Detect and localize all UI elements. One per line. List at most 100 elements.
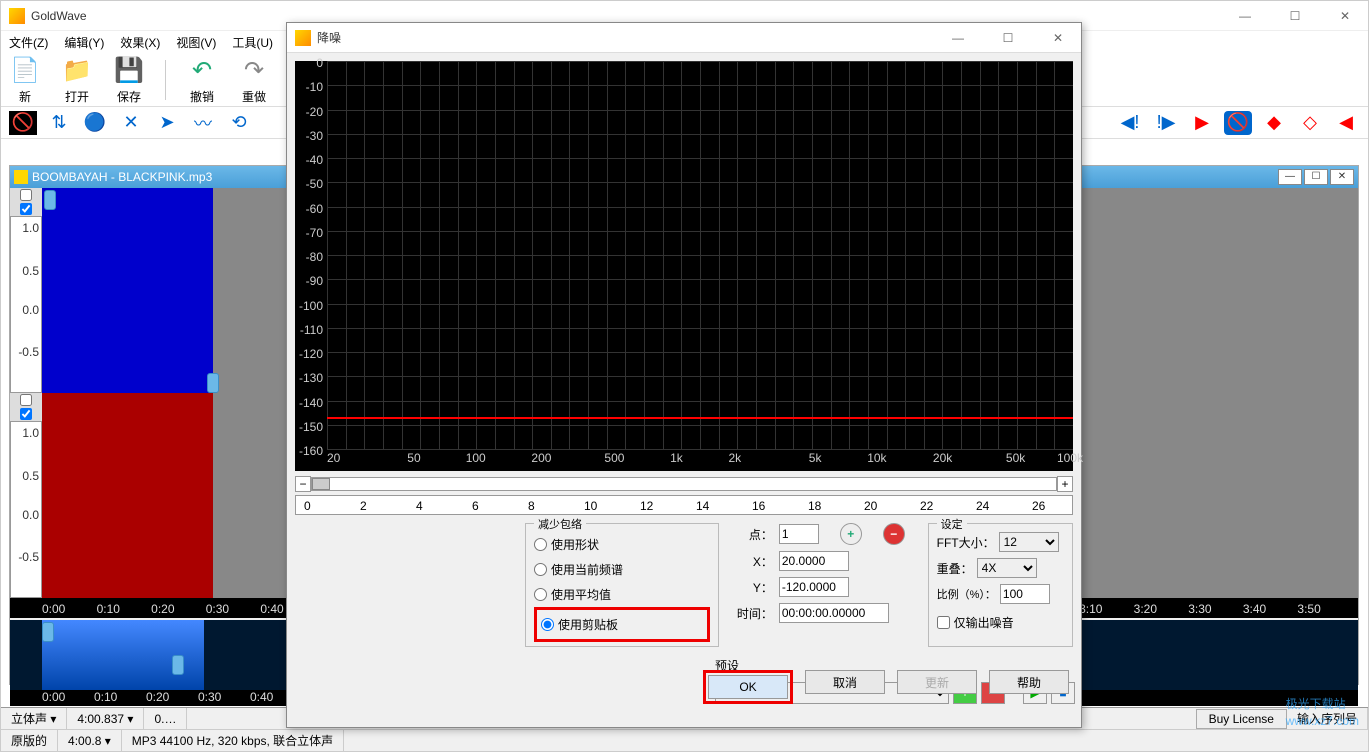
time-label: 时间： [727,605,773,622]
tb-undo[interactable]: ↶撤销 [186,54,218,105]
scroll-left-button[interactable]: − [295,476,311,492]
fx-xy-icon[interactable]: ✕ [117,111,145,135]
playback-icon2[interactable]: ◇ [1296,111,1324,135]
dialog-time-ruler: 02468101214161820222426 [295,495,1073,515]
doc-icon [14,170,28,184]
y-tick: 0 [316,56,323,70]
status-time2[interactable]: 0.… [144,708,187,729]
watermark: 极光下载站 www.xz7.com [1286,695,1359,728]
time-input[interactable] [779,603,889,623]
noise-only-checkbox[interactable]: 仅输出噪音 [937,610,1064,635]
radio-shape[interactable]: 使用形状 [534,532,710,557]
remove-point-button[interactable]: − [883,523,905,545]
overview-tick: 0:10 [94,690,117,704]
tb-open[interactable]: 📁打开 [61,54,93,105]
left-mute-checkbox[interactable] [10,188,42,202]
right-mute-checkbox[interactable] [10,393,42,407]
scroll-thumb[interactable] [312,478,330,490]
fft-size-select[interactable]: 12 [999,532,1059,552]
point-label: 点： [727,526,773,543]
tb-new[interactable]: 📄新 [9,54,41,105]
play-start-icon[interactable]: ◀! [1116,111,1144,135]
right-axis: 1.0 0.5 0.0 -0.5 [10,421,42,598]
y-tick: -40 [306,153,323,167]
help-button[interactable]: 帮助 [989,670,1069,694]
x-label: X： [727,553,773,570]
y-tick: -30 [306,129,323,143]
doc-maximize[interactable]: ☐ [1304,169,1328,185]
left-solo-checkbox[interactable] [10,202,42,216]
fx-globe-icon[interactable]: 🔵 [81,111,109,135]
radio-current-spectrum[interactable]: 使用当前频谱 [534,557,710,582]
radio-spectrum-label: 使用当前频谱 [551,561,623,578]
fx-arrows-icon[interactable]: ⇅ [45,111,73,135]
menu-file[interactable]: 文件(Z) [5,32,52,53]
radio-clipboard-label: 使用剪贴板 [558,616,618,633]
playback-icon1[interactable]: ◆ [1260,111,1288,135]
right-solo-checkbox[interactable] [10,407,42,421]
overview-end-handle[interactable] [172,655,184,675]
scale-label: 比例（%）： [937,586,996,602]
x-tick: 100k [1057,451,1083,465]
maximize-button[interactable]: ☐ [1280,9,1310,23]
add-point-button[interactable]: + [840,523,862,545]
record-icon[interactable]: 🚫 [1224,111,1252,135]
x-tick: 5k [809,451,822,465]
selection-start-handle[interactable] [44,190,56,210]
window-controls: — ☐ ✕ [1230,9,1360,23]
menu-view[interactable]: 视图(V) [172,32,220,53]
update-button[interactable]: 更新 [897,670,977,694]
selection-end-handle[interactable] [207,373,219,393]
status-stereo[interactable]: 立体声 ▾ [1,708,67,729]
fx-curve-icon[interactable]: ⟲ [225,111,253,135]
time-scrollbar[interactable]: − + [295,475,1073,493]
close-button[interactable]: ✕ [1330,9,1360,23]
dialog-minimize[interactable]: — [943,31,973,45]
ruler-tick: 0 [304,499,311,513]
tb-save[interactable]: 💾保存 [113,54,145,105]
ruler-tick: 4 [416,499,423,513]
axis-label: 0.5 [22,469,39,483]
y-input[interactable] [779,577,849,597]
fx-flow-icon[interactable]: ➤ [153,111,181,135]
scroll-right-button[interactable]: + [1057,476,1073,492]
x-input[interactable] [779,551,849,571]
buy-license-button[interactable]: Buy License [1196,709,1287,729]
doc-minimize[interactable]: — [1278,169,1302,185]
radio-clipboard[interactable]: 使用剪贴板 [541,612,703,637]
ok-button[interactable]: OK [708,675,788,699]
point-input[interactable] [779,524,819,544]
overlap-select[interactable]: 4X [977,558,1037,578]
dialog-body: 0-10-20-30-40-50-60-70-80-90-100-110-120… [287,53,1081,712]
play-end-icon[interactable]: !▶ [1152,111,1180,135]
fx-block-icon[interactable]: 🚫 [9,111,37,135]
ruler-tick: 24 [976,499,989,513]
status-original: 原版的 [1,730,58,751]
fx-wave-icon[interactable]: 〰 [189,111,217,135]
cancel-button[interactable]: 取消 [805,670,885,694]
tb-redo[interactable]: ↷重做 [238,54,270,105]
scale-input[interactable] [1000,584,1050,604]
spectrum-graph[interactable]: 0-10-20-30-40-50-60-70-80-90-100-110-120… [295,61,1073,471]
status-duration[interactable]: 4:00.8 ▾ [58,730,122,751]
tb-open-label: 打开 [65,88,89,105]
radio-shape-label: 使用形状 [551,536,599,553]
overview-start-handle[interactable] [42,622,54,642]
menu-tools[interactable]: 工具(U) [228,32,277,53]
menu-effect[interactable]: 效果(X) [116,32,164,53]
ruler-tick: 10 [584,499,597,513]
dialog-maximize[interactable]: ☐ [993,31,1023,45]
scroll-track[interactable] [311,477,1057,491]
radio-average[interactable]: 使用平均值 [534,582,710,607]
play-range-icon[interactable]: ▶ [1188,111,1216,135]
dialog-close[interactable]: ✕ [1043,31,1073,45]
minimize-button[interactable]: — [1230,9,1260,23]
status-time1[interactable]: 4:00.837 ▾ [67,708,144,729]
playback-icon3[interactable]: ◀ [1332,111,1360,135]
status-format: MP3 44100 Hz, 320 kbps, 联合立体声 [122,730,344,751]
menu-edit[interactable]: 编辑(Y) [60,32,108,53]
y-tick: -80 [306,250,323,264]
y-tick: -50 [306,177,323,191]
ruler-tick: 2 [360,499,367,513]
doc-close[interactable]: ✕ [1330,169,1354,185]
